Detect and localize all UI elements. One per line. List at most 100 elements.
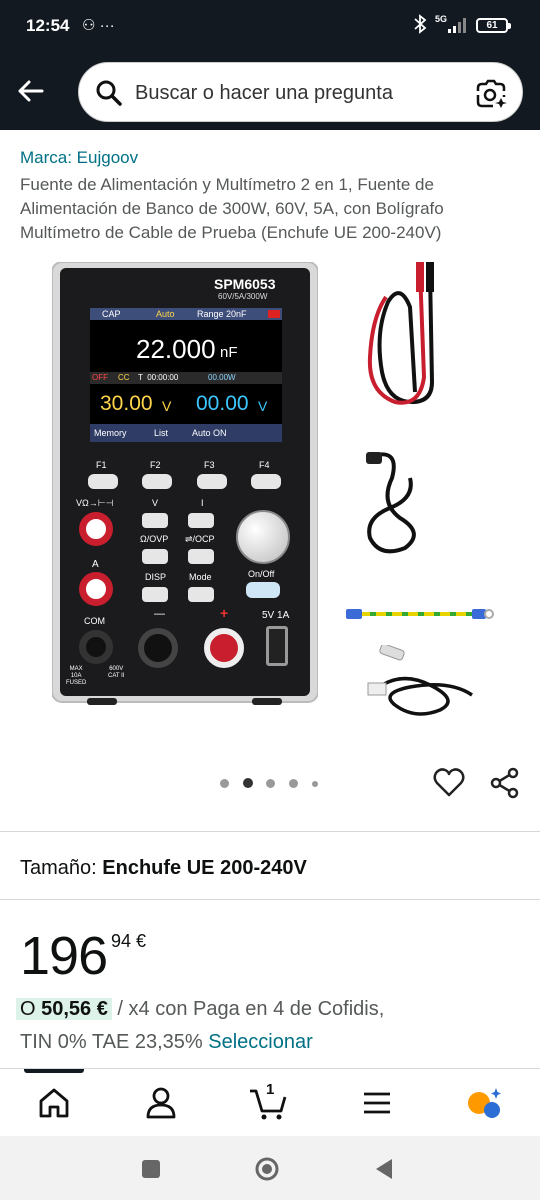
label-usb: 5V 1A — [262, 610, 290, 621]
f2-key — [142, 474, 172, 489]
label-cat: 600V CAT II — [108, 666, 125, 679]
amp-jack — [79, 572, 113, 606]
f3-label: F3 — [204, 460, 215, 470]
label-vohm: VΩ→⊢⊣ — [76, 498, 114, 508]
menu-tab[interactable] — [357, 1085, 397, 1121]
label-max: MAX 10A FUSED — [66, 666, 87, 686]
label-mode: Mode — [189, 572, 212, 582]
device-model: SPM6053 — [214, 276, 276, 292]
status-timer: T 00:00:00 — [138, 373, 179, 382]
battery-icon: 61 — [476, 18, 511, 33]
home-circle-icon — [255, 1157, 279, 1181]
account-tab[interactable] — [141, 1085, 181, 1121]
back-triangle-icon — [376, 1159, 392, 1179]
heart-icon — [433, 768, 465, 797]
bluetooth-icon — [413, 14, 427, 38]
screen-range: Range 20nF — [197, 309, 247, 319]
search-input[interactable]: Buscar o hacer una pregunta — [78, 62, 523, 122]
status-bar: 12:54 ⚇ ··· 5G 61 — [0, 0, 540, 52]
financing-prefix: O — [20, 998, 36, 1020]
camera-search-icon — [476, 79, 507, 108]
rufus-assistant-tab[interactable] — [464, 1085, 504, 1121]
carousel-dot[interactable] — [289, 779, 298, 788]
recents-button[interactable] — [138, 1156, 164, 1182]
ocp-key — [188, 549, 214, 564]
test-leads-image — [367, 262, 435, 405]
status-off: OFF — [92, 373, 108, 382]
label-disp: DISP — [145, 572, 167, 582]
product-title: Fuente de Alimentación y Multímetro 2 en… — [20, 175, 444, 242]
wishlist-button[interactable] — [432, 766, 466, 800]
divider — [0, 899, 540, 900]
status-cc: CC — [118, 373, 130, 382]
active-tab-indicator — [24, 1069, 84, 1073]
screen-reading: 22.000 — [136, 334, 216, 364]
negative-post — [138, 628, 178, 668]
label-v: V — [152, 498, 159, 508]
screen-auto: Auto — [156, 309, 175, 319]
label-a: A — [92, 559, 99, 570]
cart-tab[interactable]: 1 — [248, 1081, 288, 1121]
user-icon — [146, 1087, 176, 1119]
f1-key — [88, 474, 118, 489]
financing-highlight: O 50,56 € — [16, 998, 112, 1020]
label-com: COM — [84, 616, 105, 626]
price-whole: 196 — [20, 926, 108, 986]
screen-mode: CAP — [102, 309, 121, 319]
screen-reading-unit: nF — [220, 344, 238, 361]
financing-amount: 50,56 € — [41, 998, 108, 1020]
price-fraction: 94 € — [111, 931, 147, 951]
financing-rates: TIN 0% TAE 23,35% — [20, 1031, 203, 1053]
financing-offer: O 50,56 € / x4 con Paga en 4 de Cofidis,… — [16, 993, 520, 1059]
share-icon — [490, 767, 519, 799]
mode-key — [188, 587, 214, 602]
search-placeholder: Buscar o hacer una pregunta — [135, 82, 393, 104]
carousel-dot[interactable] — [220, 779, 229, 788]
vohm-jack — [79, 512, 113, 546]
price: 196 94 € — [20, 925, 146, 987]
screen-current-unit: V — [258, 398, 268, 414]
v-key — [142, 513, 168, 528]
brand-link[interactable]: Marca: Eujgoov — [20, 148, 138, 168]
back-button[interactable] — [12, 72, 50, 110]
screen-current: 00.00 — [196, 392, 249, 415]
screen-voltage-unit: V — [162, 398, 172, 414]
f1-label: F1 — [96, 460, 107, 470]
back-system-button[interactable] — [372, 1156, 398, 1182]
label-onoff: On/Off — [248, 569, 275, 579]
com-jack — [79, 630, 113, 664]
product-image[interactable]: SPM6053 60V/5A/300W CAP Auto Range 20nF … — [51, 261, 319, 707]
onoff-key — [246, 582, 280, 598]
label-plus: + — [220, 605, 229, 621]
camera-search-button[interactable] — [474, 76, 508, 110]
f3-key — [197, 474, 227, 489]
fuse-and-usb-cable-image — [367, 645, 473, 716]
label-ocp: ⇌/OCP — [185, 534, 215, 544]
rotary-knob — [236, 510, 290, 564]
share-button[interactable] — [488, 766, 522, 800]
divider — [0, 831, 540, 832]
device-spec: 60V/5A/300W — [218, 292, 268, 301]
f4-label: F4 — [259, 460, 270, 470]
size-value: Enchufe UE 200-240V — [102, 857, 307, 879]
label-minus: — — [154, 608, 165, 620]
i-key — [188, 513, 214, 528]
carousel-dot-active[interactable] — [243, 778, 253, 788]
disp-key — [142, 587, 168, 602]
label-ovp: Ω/OVP — [140, 534, 169, 544]
size-selector[interactable]: Tamaño: Enchufe UE 200-240V — [20, 857, 307, 880]
softkey-list: List — [154, 428, 169, 438]
status-time: 12:54 — [26, 16, 70, 35]
financing-select-link[interactable]: Seleccionar — [208, 1031, 313, 1053]
carousel-dot[interactable] — [312, 781, 318, 787]
cart-count: 1 — [266, 1081, 275, 1098]
home-tab[interactable] — [34, 1085, 74, 1121]
bottom-navigation: 1 — [0, 1068, 540, 1136]
carousel-dot[interactable] — [266, 779, 275, 788]
signal-icon — [446, 16, 468, 38]
positive-post — [204, 628, 244, 668]
hamburger-menu-icon — [364, 1092, 390, 1114]
search-icon — [96, 80, 122, 106]
home-system-button[interactable] — [254, 1156, 280, 1182]
power-cord-image — [366, 452, 416, 554]
